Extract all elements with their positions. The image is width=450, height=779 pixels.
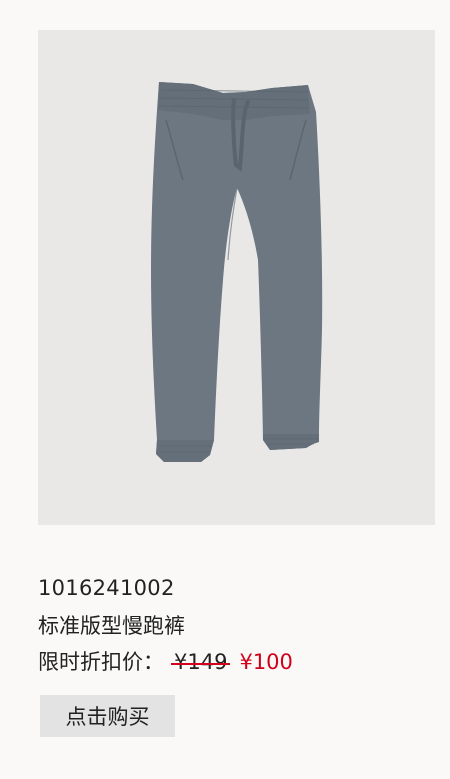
price-row: 限时折扣价： ¥149 ¥100 (38, 647, 293, 677)
product-image[interactable] (38, 30, 435, 525)
jogger-pants-illustration (151, 82, 323, 462)
right-cuff (263, 434, 319, 450)
product-sku: 1016241002 (38, 576, 175, 600)
buy-button[interactable]: 点击购买 (40, 695, 175, 737)
pants-body (151, 82, 323, 462)
left-cuff (156, 440, 214, 462)
sale-price: ¥100 (239, 650, 293, 674)
price-label: 限时折扣价： (38, 650, 164, 674)
original-price: ¥149 (170, 650, 231, 674)
product-name: 标准版型慢跑裤 (38, 614, 185, 638)
